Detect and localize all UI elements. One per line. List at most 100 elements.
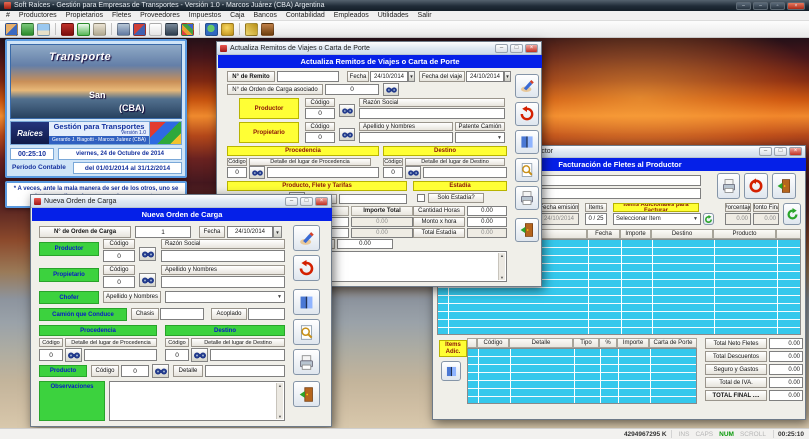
scrollbar[interactable]: ▲▼ <box>276 383 283 419</box>
fecha-viaje-field[interactable]: 24/10/2014 <box>466 71 504 82</box>
globe-icon[interactable] <box>205 23 218 36</box>
menu-item-utilidades[interactable]: Utilidades <box>378 12 409 19</box>
exit-door-icon[interactable] <box>261 23 274 36</box>
apellido-field[interactable] <box>161 276 285 288</box>
minimize-button[interactable]: – <box>759 147 772 156</box>
fecha-field[interactable]: 24/10/2014 <box>370 71 408 82</box>
modify-button[interactable] <box>515 74 539 98</box>
fecha-viaje-dropdown-button[interactable]: ▼ <box>504 71 511 82</box>
maximize-button[interactable]: □ <box>774 147 787 156</box>
table2-col-pct[interactable]: % <box>599 338 617 348</box>
users-icon[interactable] <box>5 23 18 36</box>
procedencia-detalle-field[interactable] <box>84 349 157 361</box>
preview-button[interactable] <box>293 319 320 345</box>
mdi-minimize-button[interactable]: – <box>736 2 751 10</box>
fecha-emision-field[interactable]: 24/10/2014 <box>539 213 579 225</box>
print-button[interactable] <box>293 349 320 375</box>
orden-asociado-search-button[interactable] <box>383 83 399 96</box>
maximize-button[interactable]: □ <box>510 44 523 53</box>
close-button[interactable]: × <box>789 147 802 156</box>
recalculate-button[interactable] <box>783 203 801 225</box>
scroll-down-icon[interactable]: ▼ <box>500 275 504 280</box>
restore-button[interactable]: ▫ <box>770 2 785 10</box>
menu-item-hash[interactable]: # <box>6 12 10 19</box>
table1-col-destino[interactable]: Destino <box>651 229 713 239</box>
table2-col-importe[interactable]: Importe <box>617 338 649 348</box>
browse-button[interactable] <box>293 289 320 315</box>
menu-item-caja[interactable]: Caja <box>230 12 244 19</box>
solo-estadia-checkbox[interactable] <box>417 194 425 202</box>
table2-col-detalle[interactable]: Detalle <box>509 338 573 348</box>
table2-col-carta[interactable]: Carta de Porte <box>649 338 697 348</box>
undo-button[interactable] <box>293 255 320 281</box>
minimize-button[interactable]: – <box>753 2 768 10</box>
image-icon[interactable] <box>37 23 50 36</box>
refresh-items-button[interactable] <box>703 213 714 225</box>
items-adicionales-grid[interactable] <box>467 348 697 404</box>
minimize-button[interactable]: – <box>495 44 508 53</box>
scroll-down-icon[interactable]: ▼ <box>278 414 282 419</box>
orden-carga-field[interactable]: 1 <box>135 226 191 238</box>
propietario-search-button[interactable] <box>339 128 355 141</box>
close-button[interactable]: × <box>787 2 805 10</box>
table1-col-importe[interactable]: Importe <box>620 229 651 239</box>
safe-icon[interactable] <box>165 23 178 36</box>
productor-field[interactable] <box>537 175 701 186</box>
producto-search-button[interactable] <box>152 364 169 378</box>
close-button[interactable]: × <box>525 44 538 53</box>
ledger-icon[interactable] <box>61 23 74 36</box>
menu-item-propietarios[interactable]: Propietarios <box>66 12 103 19</box>
mailbox-icon[interactable] <box>133 23 146 36</box>
productor-codigo-field[interactable]: 0 <box>103 250 135 262</box>
fecha-dropdown-button[interactable]: ▼ <box>408 71 415 82</box>
productor-detail-field[interactable] <box>537 188 701 199</box>
print-button[interactable] <box>515 186 539 210</box>
print-button[interactable] <box>717 173 740 199</box>
producto-detalle-field[interactable] <box>205 365 285 377</box>
chofer-combo[interactable]: ▼ <box>165 291 285 303</box>
procedencia-codigo-field[interactable]: 0 <box>227 167 247 178</box>
destino-detalle-field[interactable] <box>210 349 285 361</box>
procedencia-detalle-field[interactable] <box>267 167 379 178</box>
propietario-codigo-field[interactable]: 0 <box>305 132 335 143</box>
porcentaje-field[interactable]: 0.00 <box>725 213 751 225</box>
menu-item-impuestos[interactable]: Impuestos <box>189 12 221 19</box>
document-icon[interactable] <box>149 23 162 36</box>
preview-button[interactable] <box>515 158 539 182</box>
actualiza-titlebar[interactable]: Actualiza Remitos de Viajes o Carta de P… <box>217 42 541 55</box>
producto-codigo-field[interactable]: 0 <box>121 365 149 377</box>
procedencia-search-button[interactable] <box>65 348 82 362</box>
maximize-button[interactable]: □ <box>300 197 313 206</box>
destino-codigo-field[interactable]: 0 <box>383 167 403 178</box>
close-button[interactable]: × <box>315 197 328 206</box>
table2-col-codigo[interactable]: Código <box>477 338 509 348</box>
menu-item-bancos[interactable]: Bancos <box>253 12 276 19</box>
printer-icon[interactable] <box>117 23 130 36</box>
cancel-button[interactable] <box>744 173 768 199</box>
scroll-up-icon[interactable]: ▲ <box>278 383 282 388</box>
scrollbar[interactable]: ▲▼ <box>498 253 505 280</box>
browse-button[interactable] <box>515 130 539 154</box>
productor-search-button[interactable] <box>139 247 156 261</box>
browse-items-button[interactable] <box>441 361 461 381</box>
procedencia-codigo-field[interactable]: 0 <box>39 349 63 361</box>
items-adicionales-combo[interactable]: Seleccionar Item ▼ <box>613 213 701 225</box>
productor-search-button[interactable] <box>339 104 355 117</box>
menu-item-empleados[interactable]: Empleados <box>334 12 369 19</box>
patente-combo[interactable]: ▼ <box>455 132 505 143</box>
fecha-dropdown-button[interactable]: ▼ <box>273 226 282 238</box>
procedencia-search-button[interactable] <box>249 166 265 179</box>
propietario-codigo-field[interactable]: 0 <box>103 276 135 288</box>
fecha-field[interactable]: 24/10/2014 <box>227 226 273 238</box>
bell-icon[interactable] <box>221 23 234 36</box>
exit-button[interactable] <box>515 218 539 242</box>
money-icon[interactable] <box>21 23 34 36</box>
exit-button[interactable] <box>772 173 796 199</box>
destino-search-button[interactable] <box>405 166 421 179</box>
modify-button[interactable] <box>293 225 320 251</box>
cantidad-horas-field[interactable]: 0.00 <box>467 206 507 216</box>
undo-button[interactable] <box>515 102 539 126</box>
menu-item-contabilidad[interactable]: Contabilidad <box>286 12 325 19</box>
scroll-up-icon[interactable]: ▲ <box>500 253 504 258</box>
apellido-field[interactable] <box>359 132 453 143</box>
